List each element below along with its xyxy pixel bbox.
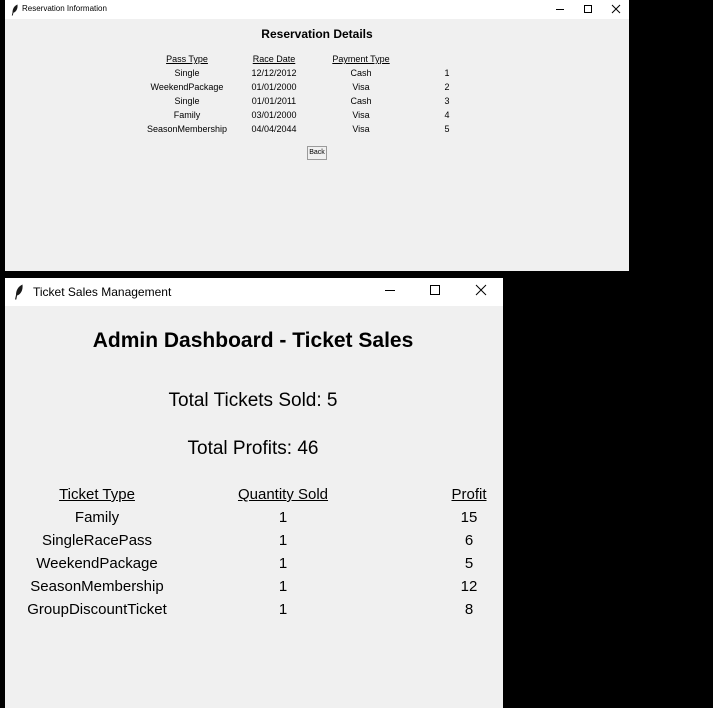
reservation-id: 4 <box>444 110 450 120</box>
reservation-pass-type: Single <box>174 68 200 78</box>
ticket-sales-titlebar[interactable]: Ticket Sales Management <box>5 278 503 306</box>
close-icon <box>611 1 621 19</box>
col-header-quantity-sold: Quantity Sold <box>237 486 329 503</box>
close-button[interactable] <box>602 0 629 19</box>
profit: 12 <box>460 578 478 595</box>
quantity-sold: 1 <box>278 555 288 572</box>
back-button[interactable]: Back <box>307 146 327 160</box>
reservation-payment-type: Visa <box>352 82 370 92</box>
reservation-pass-type: Single <box>174 96 200 106</box>
profit: 5 <box>464 555 474 572</box>
total-tickets-sold: Total Tickets Sold: 5 <box>168 390 338 411</box>
profit: 6 <box>464 532 474 549</box>
ticket-type: WeekendPackage <box>36 555 158 572</box>
minimize-button[interactable] <box>368 278 412 306</box>
col-header-pass-type: Pass Type <box>166 54 208 64</box>
minimize-button[interactable] <box>546 0 574 19</box>
quantity-sold: 1 <box>278 601 288 618</box>
window-title: Ticket Sales Management <box>33 285 172 299</box>
col-header-race-date: Race Date <box>252 54 296 64</box>
col-header-profit: Profit <box>451 486 487 503</box>
maximize-icon <box>583 1 593 19</box>
quantity-sold: 1 <box>278 509 288 526</box>
reservation-race-date: 03/01/2000 <box>251 110 297 120</box>
close-button[interactable] <box>459 278 503 306</box>
reservation-id: 5 <box>444 124 450 134</box>
profit: 15 <box>460 509 478 526</box>
reservation-race-date: 01/01/2000 <box>251 82 297 92</box>
ticket-type: Family <box>74 509 120 526</box>
reservation-pass-type: WeekendPackage <box>150 82 224 92</box>
col-header-payment-type: Payment Type <box>332 54 390 64</box>
quantity-sold: 1 <box>278 532 288 549</box>
reservation-race-date: 12/12/2012 <box>251 68 297 78</box>
reservation-titlebar[interactable]: Reservation Information <box>5 0 629 19</box>
close-icon <box>475 283 487 301</box>
minimize-icon <box>384 283 396 301</box>
ticket-sales-window: Ticket Sales Management Admin Dashboard … <box>5 278 503 708</box>
feather-icon <box>11 3 19 16</box>
reservation-payment-type: Visa <box>352 124 370 134</box>
reservation-id: 3 <box>444 96 450 106</box>
ticket-type: GroupDiscountTicket <box>27 601 167 618</box>
reservation-race-date: 01/01/2011 <box>251 96 297 106</box>
reservation-payment-type: Cash <box>350 96 372 106</box>
ticket-type: SingleRacePass <box>41 532 153 549</box>
ticket-type: SeasonMembership <box>30 578 164 595</box>
reservation-heading: Reservation Details <box>261 27 373 41</box>
reservation-id: 2 <box>444 82 450 92</box>
reservation-window: Reservation Information Reservation Deta… <box>5 0 629 271</box>
reservation-pass-type: Family <box>173 110 201 120</box>
feather-icon <box>14 284 24 300</box>
maximize-button[interactable] <box>574 0 602 19</box>
reservation-id: 1 <box>444 68 450 78</box>
col-header-ticket-type: Ticket Type <box>59 486 135 503</box>
reservation-pass-type: SeasonMembership <box>146 124 228 134</box>
dashboard-heading: Admin Dashboard - Ticket Sales <box>92 329 414 352</box>
minimize-icon <box>555 1 565 19</box>
window-title: Reservation Information <box>22 4 107 13</box>
reservation-payment-type: Cash <box>350 68 372 78</box>
maximize-icon <box>429 283 441 301</box>
reservation-payment-type: Visa <box>352 110 370 120</box>
total-profits: Total Profits: 46 <box>187 438 319 459</box>
reservation-race-date: 04/04/2044 <box>251 124 297 134</box>
quantity-sold: 1 <box>278 578 288 595</box>
profit: 8 <box>464 601 474 618</box>
maximize-button[interactable] <box>413 278 457 306</box>
